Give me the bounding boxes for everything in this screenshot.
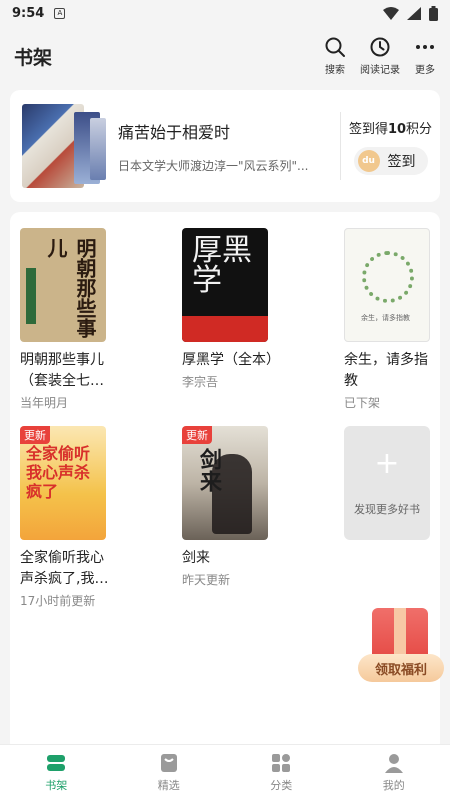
book-title: 明朝那些事儿（套装全七… (20, 352, 104, 389)
recommend-subtitle: 日本文学大师渡边淳一"风云系列"... (118, 158, 309, 173)
book-meta: 昨天更新 (182, 573, 231, 587)
claim-benefits-button[interactable]: 领取福利 (358, 604, 444, 688)
book-title: 剑来 (182, 550, 210, 566)
tab-label: 我的 (382, 778, 405, 792)
tab-featured[interactable]: 精选 (113, 745, 226, 800)
book-item[interactable]: 厚黑学 厚黑学（全本） 李宗吾 (182, 228, 292, 390)
checkin-area: 签到得10积分 du 签到 (341, 118, 440, 175)
cover-title: 厚黑学 (192, 233, 252, 298)
claim-benefits-label: 领取福利 (358, 654, 444, 682)
app-header: 书架 搜索 阅读记录 更多 (0, 30, 450, 82)
profile-icon (384, 753, 403, 773)
cover-title: 明朝那些事儿 (44, 238, 97, 338)
book-cover[interactable]: 厚黑学 (182, 228, 268, 342)
bookshelf-icon (47, 754, 66, 771)
cover-title: 剑来 (196, 448, 221, 492)
book-meta: 已下架 (344, 396, 381, 410)
cover-book-back (90, 118, 106, 180)
recommend-card: 痛苦始于相爱时 日本文学大师渡边淳一"风云系列"... 签到得10积分 du 签… (10, 90, 440, 202)
discover-more-label: 发现更多好书 (354, 503, 420, 516)
recommend-title: 痛苦始于相爱时 (118, 122, 231, 142)
cover-title: 余生，请多指教 (361, 314, 410, 322)
update-badge: 更新 (182, 426, 212, 444)
signal-icon (407, 6, 421, 20)
bottom-tab-bar: 书架 精选 分类 我的 (0, 744, 450, 800)
book-item[interactable]: 明朝那些事儿 明朝那些事儿（套装全七… 当年明月 (20, 228, 130, 411)
checkin-button-label: 签到 (387, 153, 416, 170)
recommend-info[interactable]: 痛苦始于相爱时 日本文学大师渡边淳一"风云系列"... (118, 119, 330, 174)
tab-label: 书架 (45, 778, 68, 792)
checkin-button[interactable]: du 签到 (353, 146, 428, 175)
status-bar: 9:54 A (0, 0, 450, 26)
book-meta: 17小时前更新 (20, 594, 96, 608)
reading-history-button[interactable]: 阅读记录 (360, 36, 400, 76)
book-item[interactable]: 全家偷听我心声杀疯了 更新 全家偷听我心声杀疯了,我… 17小时前更新 (20, 426, 130, 609)
plus-icon: + (374, 446, 400, 481)
checkin-suffix: 积分 (406, 121, 433, 137)
book-cover[interactable]: 剑来 更新 (182, 426, 268, 540)
book-item[interactable]: 余生，请多指教 余生，请多指教 已下架 (344, 228, 450, 411)
gift-ribbon (394, 608, 406, 660)
tab-category[interactable]: 分类 (225, 745, 338, 800)
more-label: 更多 (415, 65, 435, 76)
reading-history-label: 阅读记录 (360, 65, 400, 76)
page-title: 书架 (14, 46, 53, 69)
tab-profile[interactable]: 我的 (338, 745, 450, 800)
tab-label: 分类 (270, 778, 293, 792)
history-clock-icon (370, 37, 390, 57)
search-icon (325, 37, 345, 57)
book-meta: 李宗吾 (182, 375, 219, 389)
battery-icon (429, 5, 438, 21)
book-cover[interactable]: 余生，请多指教 (344, 228, 430, 342)
notification-a-icon: A (54, 7, 66, 19)
cover-decoration (26, 268, 36, 324)
tab-label: 精选 (157, 778, 180, 792)
update-badge: 更新 (20, 426, 50, 444)
discover-more-button[interactable]: + 发现更多好书 (344, 426, 430, 540)
search-label: 搜索 (325, 65, 345, 76)
status-icons (383, 5, 438, 21)
book-cover[interactable]: 明朝那些事儿 (20, 228, 106, 342)
book-meta: 当年明月 (20, 396, 69, 410)
book-title: 余生，请多指教 (344, 352, 428, 389)
checkin-points-text: 签到得10积分 (349, 118, 432, 137)
book-item[interactable]: 剑来 更新 剑来 昨天更新 (182, 426, 292, 588)
more-dots-icon (416, 45, 434, 49)
header-actions: 搜索 阅读记录 更多 (324, 36, 436, 76)
more-button[interactable]: 更多 (414, 36, 436, 76)
book-title: 厚黑学（全本） (182, 352, 280, 368)
featured-icon (160, 753, 177, 772)
status-time: 9:54 (12, 5, 45, 21)
tab-bookshelf[interactable]: 书架 (0, 745, 113, 800)
book-title: 全家偷听我心声杀疯了,我… (20, 550, 109, 587)
recommend-book-cover[interactable] (22, 104, 106, 188)
checkin-prefix: 签到得 (348, 121, 388, 137)
wifi-icon (383, 6, 399, 20)
checkin-points: 10 (387, 121, 407, 137)
search-button[interactable]: 搜索 (324, 36, 346, 76)
book-cover[interactable]: 全家偷听我心声杀疯了 更新 (20, 426, 106, 540)
cover-decoration (182, 316, 268, 342)
cover-wreath (362, 251, 414, 303)
cover-title: 全家偷听我心声杀疯了 (26, 444, 91, 501)
coin-icon: du (357, 149, 380, 172)
discover-more-item[interactable]: + 发现更多好书 (344, 426, 450, 540)
category-icon (272, 753, 291, 772)
